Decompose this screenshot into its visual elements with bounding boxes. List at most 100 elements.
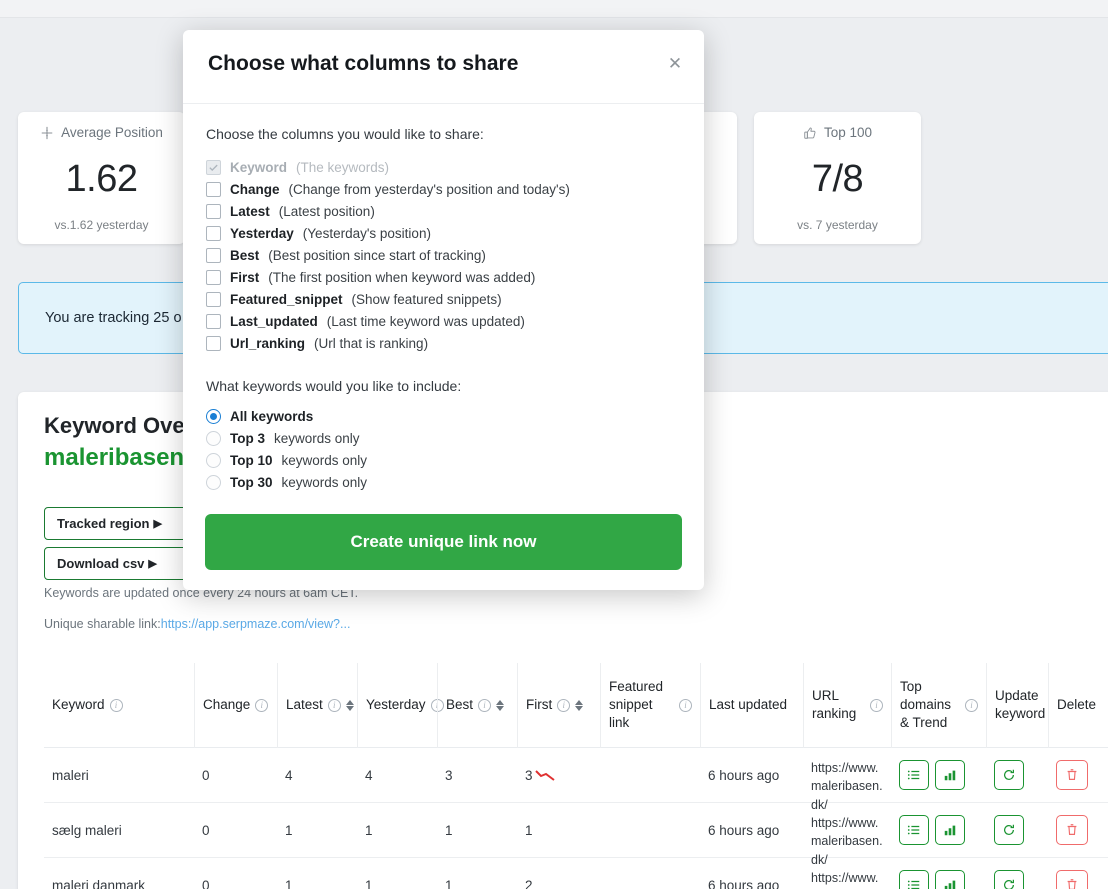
scope-option-name: Top 30 <box>230 474 273 490</box>
scope-option-name: Top 10 <box>230 452 273 468</box>
column-option-last-updated[interactable]: Last_updated (Last time keyword was upda… <box>206 310 679 332</box>
radio-top-30[interactable] <box>206 474 221 490</box>
column-header-yesterday[interactable]: Yesterday i <box>357 662 444 748</box>
cell-keyword: maleri danmark <box>52 877 146 889</box>
checkbox-last-updated[interactable] <box>206 313 221 329</box>
share-columns-modal: Choose what columns to share ✕ Choose th… <box>183 30 704 590</box>
column-option-name: Yesterday <box>230 225 294 241</box>
cell-change: 0 <box>202 822 210 838</box>
cell-first: 2 <box>525 877 533 889</box>
checkbox-keyword <box>206 159 221 175</box>
cell-url-ranking: https://www.maleribasen.dk/ <box>811 815 883 868</box>
column-option-desc: (Show featured snippets) <box>351 291 502 307</box>
sort-icon[interactable] <box>345 699 354 711</box>
refresh-icon[interactable] <box>994 870 1024 889</box>
column-option-name: Url_ranking <box>230 335 306 351</box>
scope-option-top-3[interactable]: Top 3 keywords only <box>206 427 679 449</box>
cell-delete <box>1048 858 1108 889</box>
column-header-keyword[interactable]: Keyword i <box>44 663 194 748</box>
info-icon[interactable]: i <box>965 698 978 712</box>
chart-icon[interactable] <box>935 760 965 790</box>
column-option-desc: (Best position since start of tracking) <box>268 247 486 263</box>
info-icon[interactable]: i <box>255 698 269 712</box>
list-icon[interactable] <box>899 815 929 845</box>
column-header-change[interactable]: Change i <box>194 662 277 748</box>
checkbox-best[interactable] <box>206 247 221 263</box>
checkbox-featured-snippet[interactable] <box>206 291 221 307</box>
column-header-featured-snippet-link[interactable]: Featured snippet link i <box>600 662 700 748</box>
info-icon[interactable]: i <box>478 698 492 712</box>
checkbox-first[interactable] <box>206 269 221 285</box>
scope-option-all-keywords[interactable]: All keywords <box>206 405 679 427</box>
sort-icon[interactable] <box>575 699 584 711</box>
column-header-update-keyword[interactable]: Update keyword <box>986 662 1048 748</box>
list-icon[interactable] <box>899 870 929 889</box>
column-header-top-domains-trend[interactable]: Top domains & Trend i <box>891 662 986 748</box>
refresh-icon[interactable] <box>994 760 1024 790</box>
checkbox-latest[interactable] <box>206 203 221 219</box>
column-header-delete[interactable]: Delete <box>1048 662 1108 748</box>
table-row: maleri danmark 0 1 1 1 2 6 hours ago htt… <box>44 858 1108 889</box>
column-option-name: Last_updated <box>230 313 318 329</box>
checkbox-url-ranking[interactable] <box>206 335 221 351</box>
list-icon[interactable] <box>899 760 929 790</box>
cell-last-updated: 6 hours ago <box>708 877 780 889</box>
column-option-url-ranking[interactable]: Url_ranking (Url that is ranking) <box>206 332 679 354</box>
cell-change: 0 <box>202 877 210 889</box>
checkbox-yesterday[interactable] <box>206 225 221 241</box>
info-icon[interactable]: i <box>327 698 341 712</box>
stat-card-value: 7/8 <box>811 158 864 200</box>
column-header-url-ranking[interactable]: URL ranking i <box>803 662 891 748</box>
column-header-latest[interactable]: Latest i <box>277 662 357 748</box>
cell-yesterday: 1 <box>365 822 373 838</box>
radio-all-keywords[interactable] <box>206 408 221 424</box>
checkbox-change[interactable] <box>206 181 221 197</box>
cell-best: 1 <box>445 822 453 838</box>
stat-card-header: Average Position <box>40 125 163 140</box>
trash-icon[interactable] <box>1056 870 1088 889</box>
cell-update-keyword <box>986 858 1048 889</box>
modal-header: Choose what columns to share ✕ <box>183 30 704 104</box>
radio-top-10[interactable] <box>206 452 221 468</box>
scope-option-name: All keywords <box>230 408 314 424</box>
sort-icon[interactable] <box>496 699 505 711</box>
column-header-best[interactable]: Best i <box>437 662 517 748</box>
trash-icon[interactable] <box>1056 815 1088 845</box>
sharable-link[interactable]: https://app.serpmaze.com/view?... <box>161 617 351 631</box>
stat-card-label: Top 100 <box>823 125 873 140</box>
info-icon[interactable]: i <box>870 698 883 712</box>
chart-icon[interactable] <box>935 815 965 845</box>
column-header-first[interactable]: First i <box>517 662 600 748</box>
average-position-icon <box>40 126 54 140</box>
column-header-last-updated[interactable]: Last updated <box>700 662 803 748</box>
tracking-info-text: You are tracking 25 o <box>45 310 182 326</box>
info-icon[interactable]: i <box>557 698 571 712</box>
cell-first: 1 <box>525 822 533 838</box>
column-option-yesterday[interactable]: Yesterday (Yesterday's position) <box>206 222 679 244</box>
column-option-first[interactable]: First (The first position when keyword w… <box>206 266 679 288</box>
chart-icon[interactable] <box>935 870 965 889</box>
create-unique-link-button[interactable]: Create unique link now <box>205 514 682 570</box>
cell-featured-snippet <box>600 803 700 858</box>
close-icon[interactable]: ✕ <box>663 52 687 76</box>
refresh-icon[interactable] <box>994 815 1024 845</box>
stat-card-header: Top 100 <box>803 125 872 140</box>
info-icon[interactable]: i <box>679 698 692 712</box>
trash-icon[interactable] <box>1056 760 1088 790</box>
tracked-region-label: Tracked region <box>57 516 150 531</box>
column-option-change[interactable]: Change (Change from yesterday's position… <box>206 178 679 200</box>
column-option-featured-snippet[interactable]: Featured_snippet (Show featured snippets… <box>206 288 679 310</box>
radio-top-3[interactable] <box>206 430 221 446</box>
column-option-best[interactable]: Best (Best position since start of track… <box>206 244 679 266</box>
column-label: Latest <box>286 696 323 712</box>
column-label: Update keyword <box>995 687 1046 721</box>
scope-option-top-10[interactable]: Top 10 keywords only <box>206 449 679 471</box>
download-csv-button[interactable]: Download csv ▶ <box>44 547 194 580</box>
stat-card-label: Average Position <box>61 125 163 140</box>
info-icon[interactable]: i <box>109 698 123 712</box>
scope-option-top-30[interactable]: Top 30 keywords only <box>206 471 679 493</box>
column-option-latest[interactable]: Latest (Latest position) <box>206 200 679 222</box>
sharable-link-prefix: Unique sharable link: <box>44 617 161 631</box>
tracked-region-button[interactable]: Tracked region ▶ <box>44 507 194 540</box>
sharable-link-row: Unique sharable link:https://app.serpmaz… <box>44 617 350 631</box>
